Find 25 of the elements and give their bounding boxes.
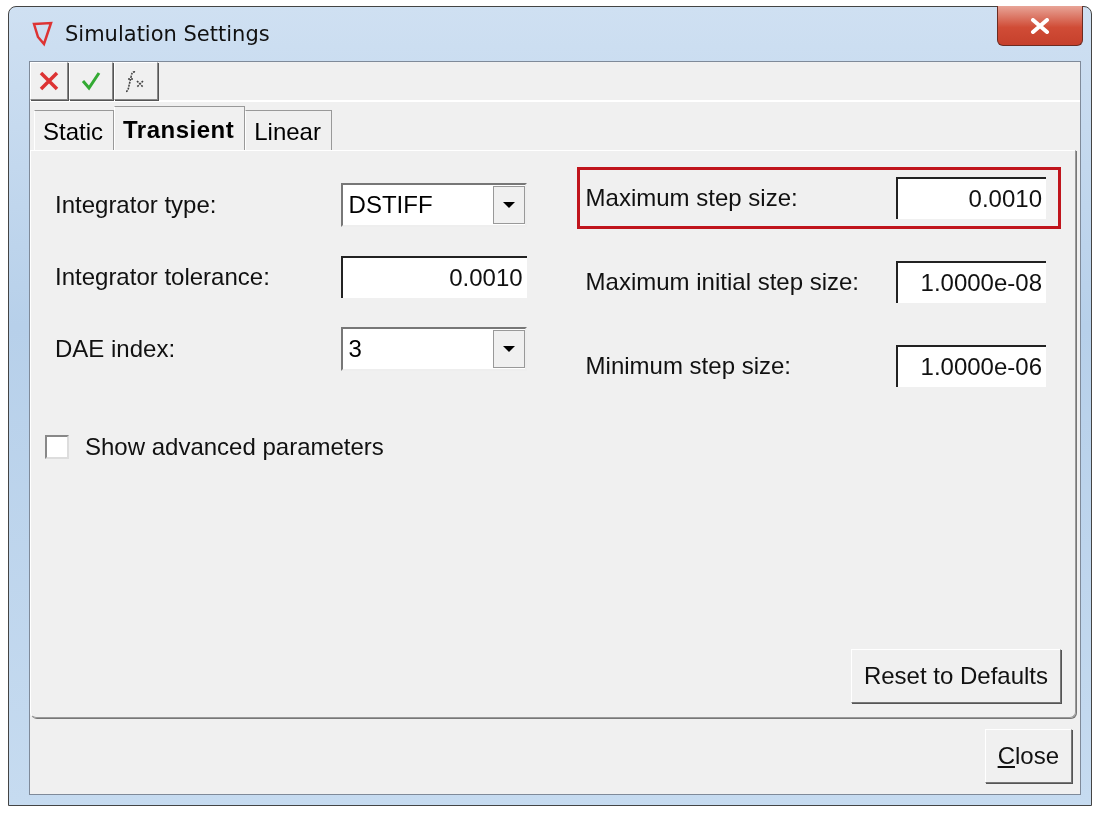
input-field[interactable]: 1.0000e-08 <box>896 261 1046 303</box>
reset-button[interactable]: Reset to Defaults <box>850 649 1061 703</box>
formula-icon[interactable] <box>114 62 158 100</box>
field-label: Minimum step size: <box>585 352 791 380</box>
field-label: Integrator type: <box>55 191 217 219</box>
checkbox[interactable] <box>45 435 69 459</box>
field-label: Maximum step size: <box>585 184 798 212</box>
app-icon <box>31 21 53 47</box>
checkmark-icon[interactable] <box>69 62 113 100</box>
input-field[interactable]: 1.0000e-06 <box>896 345 1046 387</box>
cancel-icon[interactable] <box>30 62 68 100</box>
tab[interactable]: Transient <box>114 106 246 150</box>
field-label: Maximum initial step size: <box>585 268 860 296</box>
checkbox-label: Show advanced parameters <box>85 433 384 461</box>
tab[interactable]: Linear <box>245 110 332 150</box>
input-field[interactable]: 0.0010 <box>340 256 527 298</box>
close-icon[interactable] <box>997 6 1083 46</box>
dropdown[interactable]: 3 <box>340 327 527 371</box>
input-field[interactable]: 0.0010 <box>896 177 1046 219</box>
dropdown[interactable]: DSTIFF <box>340 183 527 227</box>
field-label: DAE index: <box>55 335 176 363</box>
window-title: Simulation Settings <box>65 22 270 46</box>
close-button[interactable]: Close <box>984 729 1072 783</box>
field-label: Integrator tolerance: <box>55 263 270 291</box>
tab[interactable]: Static <box>34 110 115 150</box>
